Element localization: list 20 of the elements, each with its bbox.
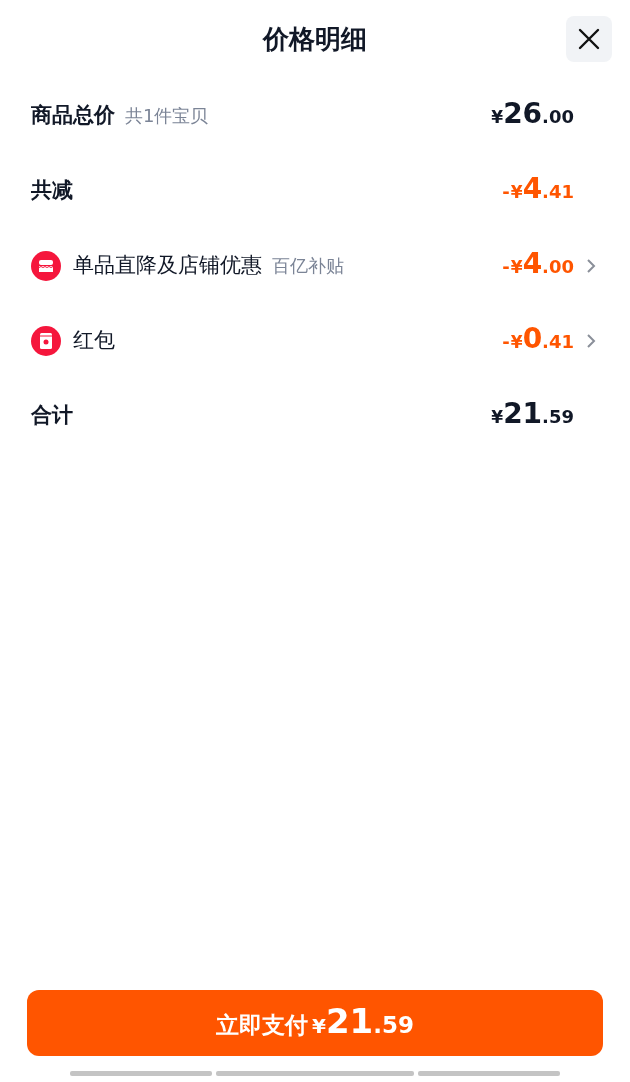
close-icon: [578, 28, 600, 50]
shop-icon: [31, 250, 61, 281]
row-label: 商品总价: [31, 101, 115, 129]
price: -¥4.00: [502, 250, 574, 281]
price: -¥0.41: [502, 325, 574, 356]
sheet-title: 价格明细: [263, 22, 367, 56]
pay-button[interactable]: 立即支付 ¥21.59: [27, 990, 603, 1056]
chevron-right-icon[interactable]: [586, 332, 596, 349]
row-label: 单品直降及店铺优惠: [73, 251, 262, 279]
chevron-right-icon[interactable]: [586, 257, 596, 274]
row-note: 共1件宝贝: [125, 104, 209, 128]
price: ¥26.00: [491, 100, 574, 131]
envelope-icon: [31, 325, 61, 356]
price: -¥4.41: [502, 175, 574, 206]
row-label: 红包: [73, 326, 115, 354]
price: ¥21.59: [491, 400, 574, 431]
close-button[interactable]: [566, 16, 612, 62]
row-label: 共减: [31, 176, 73, 204]
row-note: 百亿补贴: [272, 254, 344, 278]
row-label: 合计: [31, 401, 73, 429]
